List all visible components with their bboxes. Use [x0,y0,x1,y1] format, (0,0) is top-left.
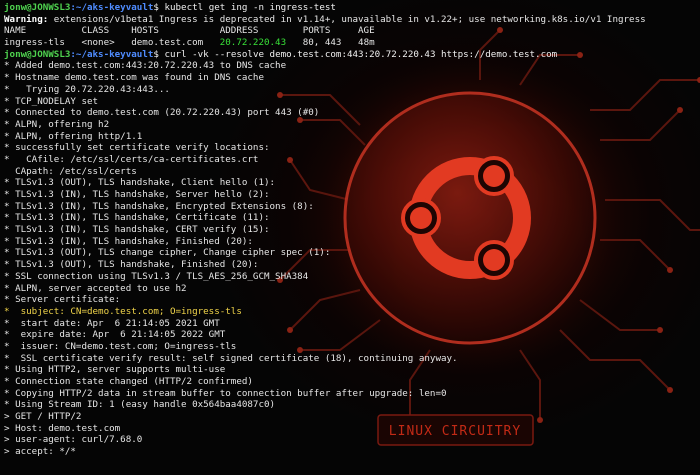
output-line: * TCP_NODELAY set [4,96,696,108]
line-text: > GET / HTTP/2 [4,411,82,423]
output-line: * start date: Apr 6 21:14:05 2021 GMT [4,318,696,330]
line-text: * TLSv1.3 (IN), TLS handshake, CERT veri… [4,224,270,236]
output-line: > Host: demo.test.com [4,423,696,435]
output-line: * TLSv1.3 (OUT), TLS handshake, Finished… [4,259,696,271]
command-line: jonw@JONWSL3:~/aks-keyvault$ curl -vk --… [4,49,696,61]
line-text: * Connection state changed (HTTP/2 confi… [4,376,253,387]
output-line: * Copying HTTP/2 data in stream buffer t… [4,388,696,400]
prompt-path: :~/aks-keyvault [70,48,154,60]
output-line: * ALPN, offering http/1.1 [4,131,696,143]
line-text: * Using Stream ID: 1 (easy handle 0x564b… [4,399,276,411]
output-line: > user-agent: curl/7.68.0 [4,434,696,446]
output-line: Warning: extensions/v1beta1 Ingress is d… [4,14,696,26]
line-text: * TLSv1.3 (IN), TLS handshake, Finished … [4,235,253,247]
line-text: * Using HTTP2, server supports multi-use [4,364,226,376]
output-line: * expire date: Apr 6 21:14:05 2022 GMT [4,329,696,341]
output-line: * Using HTTP2, server supports multi-use [4,364,696,376]
warning-text: extensions/v1beta1 Ingress is deprecated… [48,13,646,25]
line-text: * TLSv1.3 (OUT), TLS change cipher, Chan… [4,247,331,259]
output-line: * Hostname demo.test.com was found in DN… [4,72,696,84]
line-text-rest: 80, 443 48m [286,37,375,49]
output-line: * ALPN, offering h2 [4,119,696,131]
output-line: * Using Stream ID: 1 (easy handle 0x564b… [4,399,696,411]
line-text: * TLSv1.3 (IN), TLS handshake, Encrypted… [4,200,314,212]
output-line: * Server certificate: [4,294,696,306]
line-text: * SSL certificate verify result: self si… [4,352,458,364]
output-line: ingress-tls <none> demo.test.com 20.72.2… [4,37,696,49]
output-line: * CAfile: /etc/ssl/certs/ca-certificates… [4,154,696,166]
line-text: * expire date: Apr 6 21:14:05 2022 GMT [4,329,226,341]
line-text: * Trying 20.72.220.43:443... [4,83,170,95]
prompt-user: jonw@JONWSL3 [4,48,71,60]
line-text: * SSL connection using TLSv1.3 / TLS_AES… [4,270,309,282]
line-text: * TLSv1.3 (IN), TLS handshake, Server he… [4,189,270,200]
line-text: * Connected to demo.test.com (20.72.220.… [4,107,320,119]
output-line: * subject: CN=demo.test.com; O=ingress-t… [4,306,696,318]
terminal-output: jonw@JONWSL3:~/aks-keyvault$ kubectl get… [4,2,696,458]
output-line: * Connected to demo.test.com (20.72.220.… [4,107,696,119]
ingress-address: 20.72.220.43 [219,37,287,49]
line-text: NAME CLASS HOSTS ADDRESS PORTS AGE [4,25,375,37]
output-line: * ALPN, server accepted to use h2 [4,283,696,295]
line-text: * ALPN, server accepted to use h2 [4,282,187,294]
output-line: * TLSv1.3 (IN), TLS handshake, Server he… [4,189,696,201]
output-line: * Trying 20.72.220.43:443... [4,84,696,96]
output-line: * SSL certificate verify result: self si… [4,353,696,365]
warning-label: Warning: [4,13,49,25]
output-line: * TLSv1.3 (IN), TLS handshake, Encrypted… [4,201,696,213]
prompt-symbol: $ [153,2,165,13]
line-text: CApath: /etc/ssl/certs [4,165,137,177]
line-text: ingress-tls <none> demo.test.com [4,37,220,49]
prompt-user: jonw@JONWSL3 [4,2,71,13]
line-text: * TCP_NODELAY set [4,95,99,107]
output-line: * issuer: CN=demo.test.com; O=ingress-tl… [4,341,696,353]
output-line: * TLSv1.3 (OUT), TLS change cipher, Chan… [4,247,696,259]
line-text: * TLSv1.3 (OUT), TLS handshake, Finished… [4,259,259,271]
command-text: kubectl get ing -n ingress-test [164,2,336,13]
output-line: > GET / HTTP/2 [4,411,696,423]
line-text: * ALPN, offering http/1.1 [4,130,143,142]
line-text: * start date: Apr 6 21:14:05 2021 GMT [4,317,220,329]
output-line: * successfully set certificate verify lo… [4,142,696,154]
output-line: * TLSv1.3 (IN), TLS handshake, Finished … [4,236,696,248]
output-line: * TLSv1.3 (IN), TLS handshake, CERT veri… [4,224,696,236]
line-text: * Server certificate: [4,294,121,306]
line-text: * TLSv1.3 (IN), TLS handshake, Certifica… [4,212,270,224]
output-line: NAME CLASS HOSTS ADDRESS PORTS AGE [4,25,696,37]
line-text: > Host: demo.test.com [4,422,121,434]
output-line: * TLSv1.3 (OUT), TLS handshake, Client h… [4,177,696,189]
line-text: * CAfile: /etc/ssl/certs/ca-certificates… [4,153,259,165]
prompt-path: :~/aks-keyvault [70,2,154,13]
command-text: curl -vk --resolve demo.test.com:443:20.… [164,48,558,60]
line-text: > accept: */* [4,446,76,458]
output-line: > accept: */* [4,446,696,458]
line-text: * subject: CN=demo.test.com; O=ingress-t… [4,305,242,317]
line-text: > user-agent: curl/7.68.0 [4,434,143,446]
command-line: jonw@JONWSL3:~/aks-keyvault$ kubectl get… [4,2,696,14]
output-line: * Connection state changed (HTTP/2 confi… [4,376,696,388]
output-line: CApath: /etc/ssl/certs [4,166,696,178]
output-line: * Added demo.test.com:443:20.72.220.43 t… [4,60,696,72]
prompt-symbol: $ [153,48,165,60]
line-text: * Hostname demo.test.com was found in DN… [4,72,264,84]
terminal-window[interactable]: LINUX CIRCUITRY jonw@JONWSL3:~/aks-keyva… [0,0,700,475]
output-line: * TLSv1.3 (IN), TLS handshake, Certifica… [4,212,696,224]
line-text: * TLSv1.3 (OUT), TLS handshake, Client h… [4,177,276,189]
line-text: * Added demo.test.com:443:20.72.220.43 t… [4,60,287,72]
line-text: * issuer: CN=demo.test.com; O=ingress-tl… [4,340,237,352]
line-text: * ALPN, offering h2 [4,118,110,130]
output-line: * SSL connection using TLSv1.3 / TLS_AES… [4,271,696,283]
line-text: * Copying HTTP/2 data in stream buffer t… [4,387,447,399]
line-text: * successfully set certificate verify lo… [4,142,270,154]
